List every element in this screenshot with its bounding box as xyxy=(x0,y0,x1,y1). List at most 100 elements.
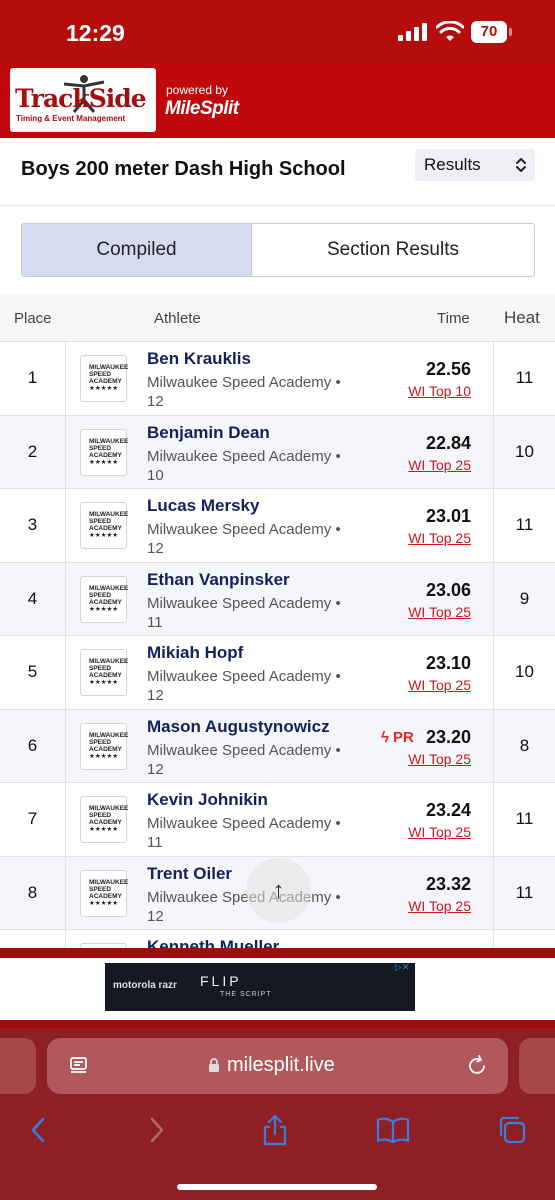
wifi-icon xyxy=(436,21,464,41)
result-time: 23.01 xyxy=(425,506,471,526)
chevron-right-icon xyxy=(150,1117,164,1143)
ad-strip: motorola razr FLIP THE SCRIPT ▷✕ xyxy=(0,948,555,1028)
state-rank-link[interactable]: WI Top 25 xyxy=(408,824,471,840)
athlete-name[interactable]: Trent Oiler xyxy=(147,864,232,884)
row-place xyxy=(0,930,66,948)
bookmarks-button[interactable] xyxy=(375,1112,411,1148)
table-row[interactable]: 2 MILWAUKEE SPEED ACADEMY ★★★★★ Benjamin De… xyxy=(0,415,555,489)
chevron-updown-icon xyxy=(516,158,526,172)
athlete-name[interactable]: Mason Augustynowicz xyxy=(147,717,330,737)
milesplit-logo[interactable]: MileSplit xyxy=(165,98,239,120)
arrow-up-icon: ↑ xyxy=(272,876,285,904)
table-row[interactable]: 6 MILWAUKEE SPEED ACADEMY ★★★★★ Mason Augus… xyxy=(0,709,555,783)
row-heat: 9 xyxy=(493,562,555,635)
team-logo-line: MILWAUKEE xyxy=(89,437,129,445)
table-row[interactable]: 7 MILWAUKEE SPEED ACADEMY ★★★★★ Kevin Johni… xyxy=(0,783,555,857)
back-button[interactable] xyxy=(20,1112,56,1148)
state-rank-link[interactable]: WI Top 25 xyxy=(408,898,471,914)
tabs-icon xyxy=(499,1116,526,1144)
athlete-name[interactable]: Kenneth Mueller xyxy=(147,937,279,948)
team-logo-line: SPEED xyxy=(89,812,112,819)
table-row[interactable]: 1 MILWAUKEE SPEED ACADEMY ★★★★★ Ben Kraukli… xyxy=(0,342,555,416)
status-time: 12:29 xyxy=(66,20,125,46)
brand-header: TrackSide Timing & Event Management powe… xyxy=(0,62,555,138)
logo-subtitle: Timing & Event Management xyxy=(16,114,126,123)
row-heat: 11 xyxy=(493,489,555,562)
view-select[interactable]: Results xyxy=(415,149,535,181)
table-row[interactable]: MILWAUKEESPEEDACADEMY★★★★★ Kenneth Muell… xyxy=(0,930,555,948)
tabs-button[interactable] xyxy=(494,1112,530,1148)
row-heat: 11 xyxy=(493,783,555,856)
team-logo-line: ACADEMY xyxy=(89,598,122,606)
team-logo-line: MILWAUKEE xyxy=(89,584,129,592)
ad-banner[interactable]: motorola razr FLIP THE SCRIPT xyxy=(105,963,415,1011)
share-button[interactable] xyxy=(257,1112,293,1148)
team-logo-line: SPEED xyxy=(89,738,112,746)
event-title: Boys 200 meter Dash High School xyxy=(21,158,346,180)
trackside-logo[interactable]: TrackSide Timing & Event Management xyxy=(10,68,156,132)
athlete-name[interactable]: Benjamin Dean xyxy=(147,423,270,443)
athlete-name[interactable]: Mikiah Hopf xyxy=(147,643,243,663)
row-place: 7 xyxy=(0,783,66,856)
next-tab-preview[interactable] xyxy=(519,1038,555,1094)
previous-tab-preview[interactable] xyxy=(0,1038,36,1094)
column-heat: Heat xyxy=(504,308,540,327)
team-logo: MILWAUKEESPEEDACADEMY★★★★★ xyxy=(80,355,128,402)
state-rank-link[interactable]: WI Top 25 xyxy=(408,530,471,546)
results-tabs: Compiled Section Results xyxy=(21,223,535,277)
team-logo-line: ★★★★★ xyxy=(89,532,119,539)
row-heat xyxy=(493,930,555,948)
team-logo-line: ACADEMY xyxy=(89,819,122,826)
team-logo-line: MILWAUKEE xyxy=(89,658,129,665)
state-rank-link[interactable]: WI Top 10 xyxy=(408,383,471,399)
row-place: 1 xyxy=(0,342,66,415)
team-logo-line: ACADEMY xyxy=(89,525,122,532)
forward-button[interactable] xyxy=(139,1112,175,1148)
athlete-team: Milwaukee Speed Academy • 12 xyxy=(147,521,341,557)
team-logo-line: ★★★★★ xyxy=(89,752,119,760)
logo-wordmark: TrackSide xyxy=(15,84,147,113)
row-place: 4 xyxy=(0,562,66,635)
team-logo-line: SPEED xyxy=(89,518,112,525)
row-heat: 8 xyxy=(493,709,555,782)
team-logo-line: ACADEMY xyxy=(89,378,122,385)
adchoices-icon[interactable]: ▷✕ xyxy=(395,962,409,973)
team-logo: MILWAUKEESPEEDACADEMY★★★★★ xyxy=(80,869,128,917)
reload-icon[interactable] xyxy=(466,1055,488,1077)
table-row[interactable]: 3 MILWAUKEE SPEED ACADEMY ★★★★★ Lucas Mersk… xyxy=(0,489,555,563)
athlete-name[interactable]: Lucas Mersky xyxy=(147,496,259,516)
athlete-name[interactable]: Ethan Vanpinsker xyxy=(147,570,290,590)
address-bar[interactable]: milesplit.live xyxy=(47,1038,508,1094)
reader-mode-icon[interactable] xyxy=(69,1056,89,1076)
result-time: 23.20 xyxy=(425,726,471,747)
athlete-team: Milwaukee Speed Academy • 12 xyxy=(147,668,341,704)
table-row[interactable]: 4 MILWAUKEE SPEED ACADEMY ★★★★★ Ethan Vanpi… xyxy=(0,562,555,636)
scroll-to-top-button[interactable]: ↑ xyxy=(246,858,311,923)
state-rank-link[interactable]: WI Top 25 xyxy=(408,751,471,767)
address-host: milesplit.live xyxy=(227,1054,335,1076)
result-time: 22.84 xyxy=(425,432,471,453)
team-logo: MILWAUKEESPEEDACADEMY★★★★★ xyxy=(80,428,129,476)
row-place: 6 xyxy=(0,709,66,782)
team-logo: MILWAUKEESPEEDACADEMY★★★★★ xyxy=(80,722,128,770)
team-logo-line: MILWAUKEE xyxy=(89,511,129,518)
athlete-name[interactable]: Kevin Johnikin xyxy=(147,790,268,810)
team-logo-line: ACADEMY xyxy=(89,745,122,753)
team-logo-line: ★★★★★ xyxy=(89,458,119,466)
team-logo-line: MILWAUKEE xyxy=(89,805,129,812)
table-row[interactable]: 5 MILWAUKEE SPEED ACADEMY ★★★★★ Mikiah Hopf… xyxy=(0,636,555,710)
result-time: 23.24 xyxy=(425,800,471,820)
athlete-name[interactable]: Ben Krauklis xyxy=(147,349,251,369)
row-place: 5 xyxy=(0,636,66,709)
state-rank-link[interactable]: WI Top 25 xyxy=(408,604,471,620)
ad-brand: motorola razr xyxy=(113,980,177,991)
tab-compiled[interactable]: Compiled xyxy=(22,224,252,276)
team-logo: MILWAUKEESPEEDACADEMY★★★★★ xyxy=(80,575,129,623)
row-heat: 10 xyxy=(493,636,555,709)
row-heat: 10 xyxy=(493,415,555,488)
state-rank-link[interactable]: WI Top 25 xyxy=(408,677,471,693)
tab-section-results[interactable]: Section Results xyxy=(252,224,534,276)
column-time: Time xyxy=(437,310,470,327)
view-select-value: Results xyxy=(424,155,481,174)
state-rank-link[interactable]: WI Top 25 xyxy=(408,457,471,473)
